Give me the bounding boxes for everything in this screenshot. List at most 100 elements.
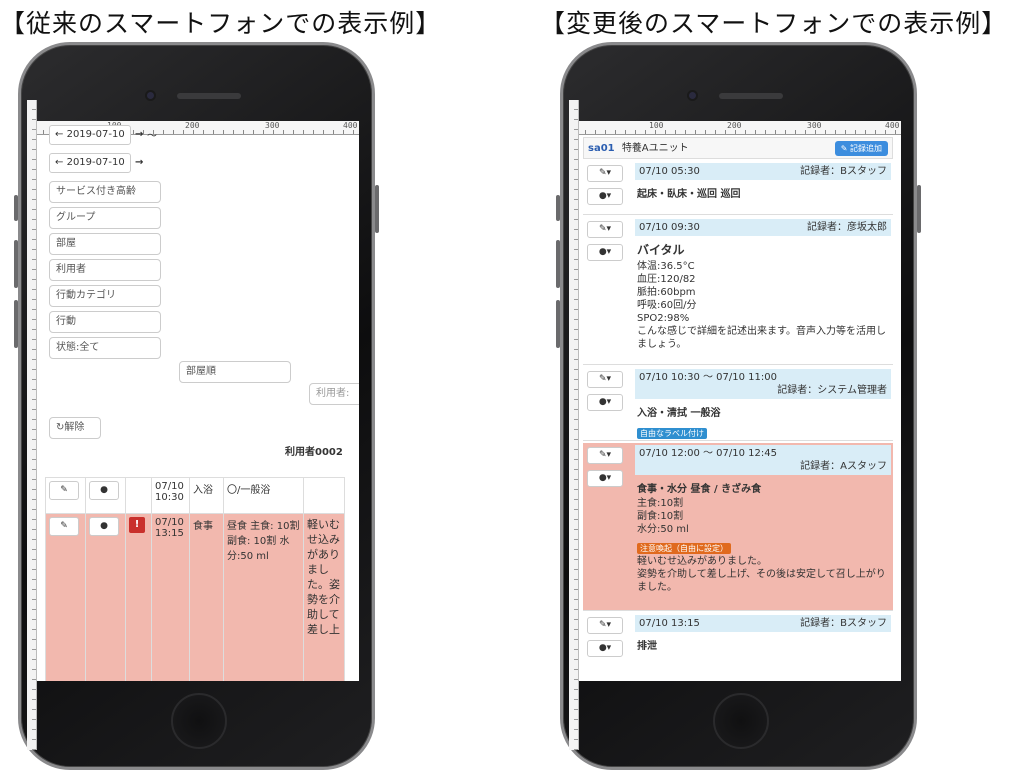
record-recorder: 記録者：システム管理者 <box>777 385 887 396</box>
ruler-side-right <box>569 100 579 750</box>
edit-dropdown-icon[interactable]: ✎▾ <box>587 221 623 238</box>
record-line: 副食:10割 <box>637 511 684 522</box>
record-header: 07/10 05:30 記録者：Bスタッフ <box>635 163 891 180</box>
range-separator: 〜 <box>147 131 157 142</box>
edit-dropdown-icon[interactable]: ✎▾ <box>587 447 623 464</box>
table-row: ✎ ● ! 07/10 13:15 食事 昼食 主食: 10割 副食: 10割 … <box>45 513 345 681</box>
record-line: 軽いむせ込みがありました。 <box>637 556 767 567</box>
row-time: 07/10 13:15 <box>151 513 190 681</box>
record-time: 07/10 09:30 <box>639 222 700 233</box>
speaker-grille <box>719 93 783 99</box>
mute-switch <box>556 195 560 221</box>
unit-name: 特養Aユニット <box>621 143 689 154</box>
edit-dropdown-icon[interactable]: ✎▾ <box>587 165 623 182</box>
volume-down-button <box>14 300 18 348</box>
record-header: 07/10 13:15 記録者：Bスタッフ <box>635 615 891 632</box>
record-card: ✎▾ ●▾ 07/10 10:30 〜 07/10 11:00 記録者：システム管理… <box>583 367 893 441</box>
edit-icon[interactable]: ✎ <box>49 517 79 536</box>
facility-select[interactable]: サービス付き高齢 <box>49 181 161 203</box>
record-card: ✎▾ ●▾ 07/10 05:30 記録者：Bスタッフ 起床・臥床・巡回 巡回 <box>583 161 893 215</box>
record-line: SPO2:98% <box>637 313 690 324</box>
power-button <box>375 185 379 233</box>
comment-dropdown-icon[interactable]: ●▾ <box>587 188 623 205</box>
record-line: 姿勢を介助して差し上げ、その後は安定して召し上がりました。 <box>637 569 886 593</box>
record-header: 07/10 10:30 〜 07/10 11:00 記録者：システム管理者 <box>635 369 891 399</box>
clear-button[interactable]: ↻解除 <box>49 417 101 439</box>
row-category: 入浴 <box>189 477 224 514</box>
ruler-side-left <box>27 100 37 750</box>
phone-left: 100 200 300 400 ← 2019-07-10 → 〜 ← 2019-… <box>14 42 379 770</box>
record-title: 排泄 <box>637 641 657 652</box>
front-camera <box>687 90 698 101</box>
record-recorder: 記録者：Bスタッフ <box>800 166 887 177</box>
comment-icon[interactable]: ● <box>89 481 119 500</box>
power-button <box>917 185 921 233</box>
user-search-input[interactable]: 利用者: <box>309 383 359 405</box>
screen-left: 100 200 300 400 ← 2019-07-10 → 〜 ← 2019-… <box>37 121 359 681</box>
ruler-tick: 200 <box>727 121 742 130</box>
mute-switch <box>14 195 18 221</box>
action-select[interactable]: 行動 <box>49 311 161 333</box>
table-row: ✎ ● 07/10 10:30 入浴 〇/一般浴 <box>45 477 345 514</box>
record-recorder: 記録者：彦坂太郎 <box>807 222 887 233</box>
ruler-tick: 200 <box>185 121 200 130</box>
edit-dropdown-icon[interactable]: ✎▾ <box>587 617 623 634</box>
record-line: 水分:50 ml <box>637 524 689 535</box>
record-line: 呼吸:60回/分 <box>637 300 697 311</box>
home-button[interactable] <box>171 693 227 749</box>
record-time: 07/10 13:15 <box>639 618 700 629</box>
record-card: ✎▾ ●▾ 07/10 09:30 記録者：彦坂太郎 バイタル 体温:36.5°C … <box>583 217 893 365</box>
comment-dropdown-icon[interactable]: ●▾ <box>587 470 623 487</box>
record-time: 07/10 05:30 <box>639 166 700 177</box>
record-time: 07/10 12:00 〜 07/10 12:45 <box>639 448 777 459</box>
ruler-tick: 300 <box>807 121 822 130</box>
comment-icon[interactable]: ● <box>89 517 119 536</box>
sort-select[interactable]: 部屋順 <box>179 361 291 383</box>
row-note <box>303 477 345 514</box>
alert-badge: 注意喚起（自由に設定） <box>637 543 731 554</box>
home-button[interactable] <box>713 693 769 749</box>
record-recorder: 記録者：Aスタッフ <box>800 461 887 472</box>
next-arrow[interactable]: → <box>135 157 143 168</box>
unit-header: sa01 特養Aユニット ✎ 記録追加 <box>583 137 893 159</box>
prev-arrow[interactable]: ← <box>55 157 63 168</box>
record-line: 血圧:120/82 <box>637 274 696 285</box>
prev-arrow[interactable]: ← <box>55 129 63 140</box>
date-to-input[interactable]: 2019-07-10 <box>67 157 125 168</box>
room-select[interactable]: 部屋 <box>49 233 161 255</box>
record-line: 主食:10割 <box>637 498 684 509</box>
unit-id: sa01 <box>588 143 615 154</box>
comment-dropdown-icon[interactable]: ●▾ <box>587 394 623 411</box>
record-title: 入浴・清拭 一般浴 <box>637 408 721 419</box>
volume-up-button <box>14 240 18 288</box>
status-select[interactable]: 状態:全て <box>49 337 161 359</box>
caption-left: 【従来のスマートフォンでの表示例】 <box>0 9 442 38</box>
user-name: 利用者0002 <box>285 447 343 458</box>
date-from-input[interactable]: 2019-07-10 <box>67 129 125 140</box>
record-header: 07/10 09:30 記録者：彦坂太郎 <box>635 219 891 236</box>
phone-right: 100 200 300 400 sa01 特養Aユニット ✎ 記録追加 ✎▾ ●▾… <box>556 42 921 770</box>
front-camera <box>145 90 156 101</box>
record-line: 脈拍:60bpm <box>637 287 696 298</box>
comment-dropdown-icon[interactable]: ●▾ <box>587 244 623 261</box>
action-category-select[interactable]: 行動カテゴリ <box>49 285 161 307</box>
user-select[interactable]: 利用者 <box>49 259 161 281</box>
row-category: 食事 <box>189 513 224 681</box>
add-record-button[interactable]: ✎ 記録追加 <box>834 141 888 156</box>
row-time: 07/10 10:30 <box>151 477 190 514</box>
row-detail: 昼食 主食: 10割 副食: 10割 水分:50 ml <box>223 513 304 681</box>
comment-dropdown-icon[interactable]: ●▾ <box>587 640 623 657</box>
row-note: 軽いむせ込みがありました。姿勢を介助して差し上 <box>303 513 345 681</box>
group-select[interactable]: グループ <box>49 207 161 229</box>
ruler-tick: 100 <box>649 121 664 130</box>
ruler-top: 100 200 300 400 <box>579 121 901 135</box>
record-title: 起床・臥床・巡回 巡回 <box>637 189 741 200</box>
caption-right: 【変更後のスマートフォンでの表示例】 <box>540 9 1008 38</box>
edit-icon[interactable]: ✎ <box>49 481 79 500</box>
record-line: こんな感じで詳細を記述出来ます。音声入力等を活用しましょう。 <box>637 326 886 350</box>
record-time: 07/10 10:30 〜 07/10 11:00 <box>639 372 777 383</box>
screen-right: 100 200 300 400 sa01 特養Aユニット ✎ 記録追加 ✎▾ ●▾… <box>579 121 901 681</box>
edit-dropdown-icon[interactable]: ✎▾ <box>587 371 623 388</box>
record-card: ✎▾ ●▾ 07/10 13:15 記録者：Bスタッフ 排泄 <box>583 613 893 681</box>
next-arrow[interactable]: → <box>135 129 143 140</box>
